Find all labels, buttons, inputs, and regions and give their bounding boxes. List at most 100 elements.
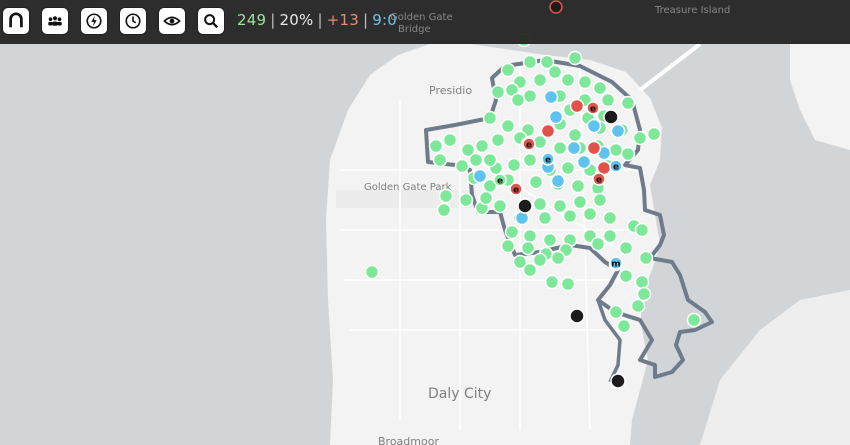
groups-button[interactable] [42,8,68,34]
marker-green[interactable] [618,268,634,284]
marker-green[interactable] [522,262,538,278]
marker-green[interactable] [572,194,588,210]
marker-green[interactable] [428,138,444,154]
marker-green[interactable] [532,134,548,150]
stats-readout: 249 | 20% | +13 | 9:0 [237,11,397,29]
power-button[interactable] [81,8,107,34]
marker-red[interactable] [569,98,585,114]
marker-green[interactable] [560,160,576,176]
marker-green[interactable] [592,192,608,208]
marker-green[interactable] [592,80,608,96]
marker-green[interactable] [550,250,566,266]
marker-green[interactable] [504,224,520,240]
marker-green[interactable] [686,312,702,328]
marker-green[interactable] [532,252,548,268]
marker-green[interactable] [522,88,538,104]
marker-green[interactable] [500,238,516,254]
marker-green[interactable] [630,298,646,314]
marker-green[interactable] [618,240,634,256]
marker-green[interactable] [438,188,454,204]
marker-blue[interactable] [548,109,564,125]
marker-green[interactable] [500,62,516,78]
marker-green[interactable] [544,274,560,290]
lightning-icon [86,13,102,29]
marker-green[interactable] [500,118,516,134]
marker-green[interactable] [620,146,636,162]
marker-green[interactable] [432,152,448,168]
marker-green[interactable] [552,198,568,214]
marker-green[interactable] [458,192,474,208]
marker-green[interactable] [638,250,654,266]
marker-green[interactable] [454,158,470,174]
marker-green[interactable] [537,210,553,226]
marker-green[interactable] [636,286,652,302]
marker-green[interactable] [442,132,458,148]
search-button[interactable] [198,8,224,34]
marker-green[interactable] [646,126,662,142]
marker-green[interactable] [602,228,618,244]
marker-blue[interactable] [543,89,559,105]
marker-green[interactable] [567,50,583,66]
marker-blue[interactable] [586,118,602,134]
marker-green[interactable] [542,232,558,248]
label-broadmoor: Broadmoor [378,435,439,445]
history-button[interactable] [120,8,146,34]
city-map[interactable]: Presidio Golden Gate Park Daly City Broa… [0,0,850,445]
marker-green[interactable] [582,206,598,222]
marker-green[interactable] [616,318,632,334]
marker-green[interactable] [560,276,576,292]
marker-blue[interactable] [550,173,566,189]
marker-green[interactable] [436,202,452,218]
marker-green[interactable] [490,132,506,148]
marker-green[interactable] [570,178,586,194]
marker-green[interactable] [482,152,498,168]
marker-black[interactable] [610,373,626,389]
marker-green[interactable] [562,208,578,224]
marker-green[interactable] [634,274,650,290]
marker-green[interactable] [532,72,548,88]
marker-green[interactable] [602,210,618,226]
marker-green[interactable] [510,92,526,108]
marker-green[interactable] [608,142,624,158]
marker-green[interactable] [634,222,650,238]
marker-green[interactable] [468,152,484,168]
marker-green[interactable] [528,174,544,190]
marker-green[interactable] [632,130,648,146]
marker-blue[interactable] [472,168,488,184]
logo-button[interactable] [3,8,29,34]
marker-green[interactable] [522,152,538,168]
marker-letter: e [596,176,602,186]
marker-black[interactable] [569,308,585,324]
marker-black[interactable] [517,198,533,214]
view-button[interactable] [159,8,185,34]
marker-green[interactable] [364,264,380,280]
marker-blue[interactable] [610,123,626,139]
marker-green[interactable] [600,92,616,108]
marker-green[interactable] [620,95,636,111]
marker-green[interactable] [560,72,576,88]
marker-green[interactable] [482,110,498,126]
marker-green[interactable] [492,198,508,214]
marker-blue[interactable] [576,154,592,170]
marker-red[interactable] [586,140,602,156]
marker-green[interactable] [608,304,624,320]
marker-green[interactable] [506,157,522,173]
marker-green[interactable] [520,240,536,256]
marker-green[interactable] [577,74,593,90]
marker-green[interactable] [522,228,538,244]
marker-green[interactable] [490,84,506,100]
marker-green[interactable] [567,127,583,143]
marker-green[interactable] [547,64,563,80]
marker-red[interactable] [540,123,556,139]
marker-green[interactable] [478,190,494,206]
marker-green[interactable] [532,196,548,212]
marker-blue[interactable] [566,140,582,156]
marker-green[interactable] [590,236,606,252]
marker-green[interactable] [522,54,538,70]
marker-letter: e [526,141,532,151]
marker-black[interactable] [549,0,563,14]
marker-black[interactable] [603,109,619,125]
marker-green[interactable] [552,140,568,156]
marker-green[interactable] [474,138,490,154]
label-treasure-island: Treasure Island [654,5,730,16]
